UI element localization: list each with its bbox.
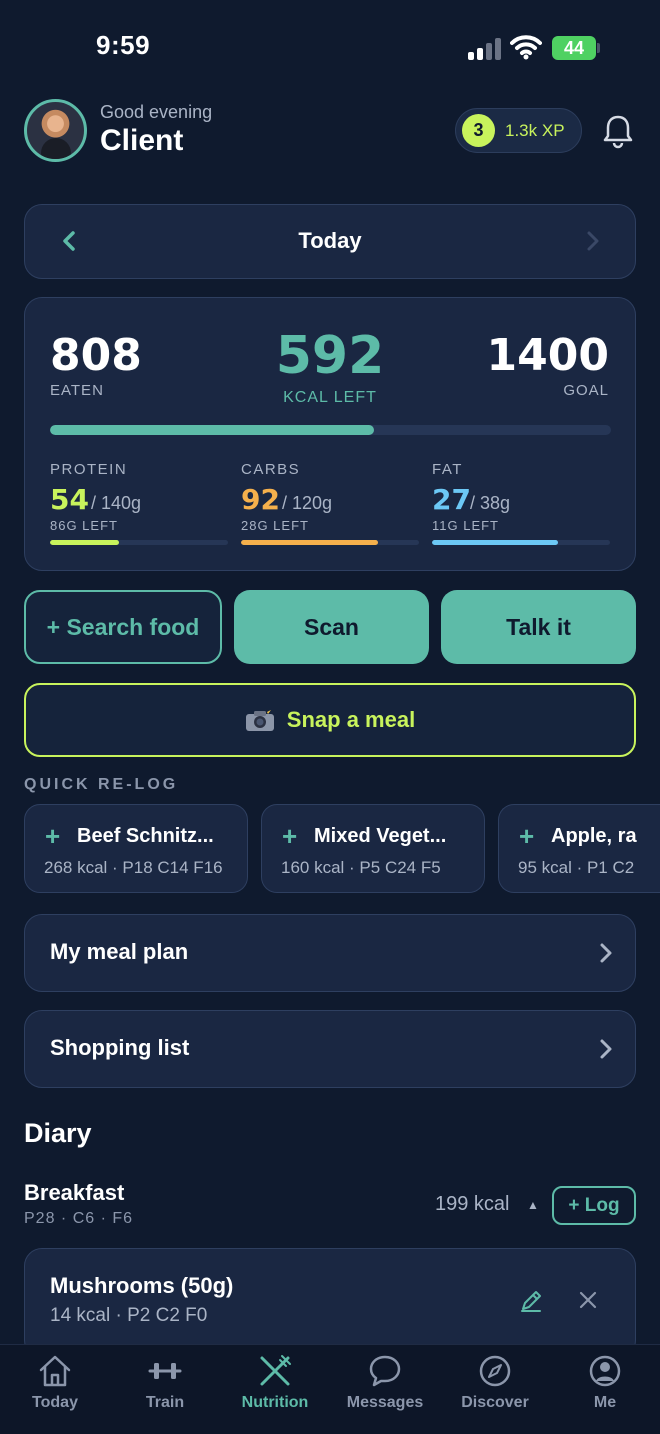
quick-relog-item[interactable]: + Beef Schnitz... 268 kcal · P18 C14 F16 [24, 804, 248, 893]
quick-relog-item-sub: 95 kcal · P1 C2 [518, 858, 635, 877]
battery-cap [597, 43, 600, 53]
tab-train[interactable]: Train [110, 1352, 220, 1412]
fat-progress-bar [432, 540, 610, 545]
fat-progress-fill [432, 540, 559, 545]
goal-value: 1400 [486, 330, 609, 381]
protein-progress-bar [50, 540, 228, 545]
meal-title: Breakfast [24, 1180, 125, 1205]
plus-icon: + [519, 821, 535, 851]
pencil-icon[interactable] [518, 1288, 544, 1314]
profile-icon [589, 1355, 621, 1387]
diary-entry[interactable] [24, 1248, 636, 1358]
status-time: 9:59 [96, 30, 151, 60]
snap-meal-button[interactable]: Snap a meal [24, 683, 636, 757]
fat-goal: / 38g [470, 493, 511, 513]
shopping-list-label: Shopping list [50, 1035, 190, 1060]
wifi-icon [510, 35, 542, 60]
user-name: Client [100, 124, 184, 157]
log-button[interactable]: + Log [552, 1186, 636, 1225]
carbs-progress-fill [241, 540, 379, 545]
diary-entry-sub: 14 kcal · P2 C2 F0 [50, 1305, 208, 1326]
protein-value: 54 [50, 483, 89, 516]
protein-progress-fill [50, 540, 120, 545]
bell-icon[interactable] [600, 113, 636, 149]
snap-meal-label: Snap a meal [286, 707, 416, 732]
carbs-progress-bar [241, 540, 419, 545]
kcal-left-label: KCAL LEFT [283, 389, 377, 406]
battery-indicator: 44 [552, 36, 596, 60]
carbs-goal: / 120g [282, 493, 333, 513]
tab-me[interactable]: Me [550, 1352, 660, 1412]
meal-macros: P28 · C6 · F6 [24, 1210, 134, 1227]
plus-icon: + [45, 821, 61, 851]
plus-icon: + [282, 821, 298, 851]
quick-relog-item-sub: 160 kcal · P5 C24 F5 [281, 858, 441, 877]
dumbbell-icon [148, 1363, 182, 1379]
greeting-text: Good evening [100, 102, 213, 122]
protein-goal: / 140g [91, 493, 142, 513]
tab-messages[interactable]: Messages [330, 1352, 440, 1412]
avatar[interactable] [24, 99, 87, 162]
diary-entry-name: Mushrooms (50g) [50, 1273, 234, 1298]
tab-nutrition[interactable]: Nutrition [220, 1352, 330, 1412]
meal-plan-label: My meal plan [50, 939, 189, 964]
collapse-caret-icon[interactable]: ▲ [527, 1198, 539, 1212]
tab-label: Nutrition [241, 1394, 309, 1411]
chevron-right-icon [600, 943, 612, 963]
fat-label: FAT [432, 461, 463, 478]
camera-flash-icon [245, 708, 274, 731]
cellular-signal-icon [468, 36, 502, 60]
diary-title: Diary [24, 1118, 92, 1148]
kcal-progress-bar [50, 425, 611, 435]
close-icon[interactable] [577, 1289, 599, 1311]
chat-bubble-icon [369, 1355, 401, 1387]
quick-relog-item-name: Mixed Veget... [314, 825, 447, 847]
house-icon [39, 1355, 71, 1387]
shopping-list-link[interactable]: Shopping list [24, 1010, 636, 1088]
quick-relog-title: QUICK RE-LOG [24, 776, 179, 793]
protein-label: PROTEIN [50, 461, 128, 478]
chevron-right-icon [600, 1039, 612, 1059]
carbs-value: 92 [241, 483, 280, 516]
quick-relog-item[interactable]: + Mixed Veget... 160 kcal · P5 C24 F5 [261, 804, 485, 893]
kcal-progress-fill [50, 425, 374, 435]
scan-button[interactable]: Scan [234, 590, 429, 664]
meal-plan-link[interactable]: My meal plan [24, 914, 636, 992]
goal-label: GOAL [563, 382, 609, 399]
tab-today[interactable]: Today [0, 1352, 110, 1412]
tab-label: Discover [461, 1394, 529, 1411]
xp-amount: 1.3k XP [505, 121, 565, 140]
quick-relog-item-sub: 268 kcal · P18 C14 F16 [44, 858, 223, 877]
tab-label: Messages [346, 1394, 424, 1411]
meal-kcal: 199 kcal [435, 1193, 510, 1215]
tab-label: Train [145, 1394, 185, 1411]
chevron-right-icon[interactable] [584, 228, 602, 254]
search-food-button[interactable]: + Search food [24, 590, 222, 664]
quick-relog-item-name: Beef Schnitz... [77, 825, 214, 847]
fork-knife-icon [260, 1355, 291, 1386]
quick-relog-item[interactable]: + Apple, ra 95 kcal · P1 C2 [498, 804, 660, 893]
xp-level-badge: 3 [462, 114, 495, 147]
talk-it-button[interactable]: Talk it [441, 590, 636, 664]
day-label: Today [298, 228, 362, 253]
quick-relog-item-name: Apple, ra [551, 825, 637, 847]
tab-label: Me [593, 1394, 617, 1411]
compass-icon [479, 1355, 511, 1387]
tab-label: Today [32, 1394, 78, 1411]
fat-value: 27 [432, 483, 471, 516]
carbs-label: CARBS [241, 461, 301, 478]
carbs-left: 28G LEFT [241, 518, 309, 533]
tab-discover[interactable]: Discover [440, 1352, 550, 1412]
fat-left: 11G LEFT [432, 518, 500, 533]
protein-left: 86G LEFT [50, 518, 118, 533]
